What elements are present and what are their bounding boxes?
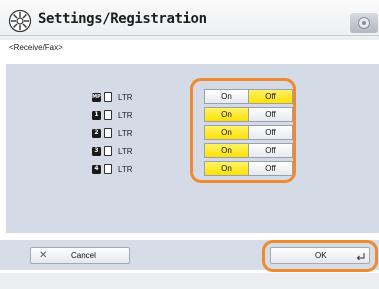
breadcrumb: <Receive/Fax> xyxy=(9,43,63,52)
paper-size-label: LTR xyxy=(118,164,133,174)
ok-highlight-frame xyxy=(262,240,378,272)
paper-sheet-icon xyxy=(104,110,112,120)
drawer-label: 2 LTR xyxy=(92,126,133,140)
drawer-badge: 1 xyxy=(92,110,101,120)
paper-size-label: LTR xyxy=(118,92,133,102)
settings-gear-icon xyxy=(8,9,32,33)
paper-sheet-icon xyxy=(104,92,112,102)
settings-screen: Settings/Registration <Receive/Fax> MP L… xyxy=(0,0,379,289)
drawer-badge: 4 xyxy=(92,164,101,174)
drawer-badge: 2 xyxy=(92,128,101,138)
drawer-label: 4 LTR xyxy=(92,162,133,176)
bottom-status-strip xyxy=(0,273,379,289)
drawer-badge: 3 xyxy=(92,146,101,156)
page-title: Settings/Registration xyxy=(38,11,207,27)
close-icon: ✕ xyxy=(39,250,48,261)
paper-size-label: LTR xyxy=(118,128,133,138)
device-status-button[interactable] xyxy=(350,13,378,33)
title-bar: Settings/Registration xyxy=(0,0,379,40)
drawer-label: MP LTR xyxy=(92,90,133,104)
cancel-label: Cancel xyxy=(71,251,96,260)
drawer-badge: MP xyxy=(92,92,101,102)
drawer-label: 1 LTR xyxy=(92,108,133,122)
paper-size-label: LTR xyxy=(118,110,133,120)
paper-sheet-icon xyxy=(104,146,112,156)
device-status-icon xyxy=(358,17,370,29)
title-divider xyxy=(0,35,379,36)
paper-size-label: LTR xyxy=(118,146,133,156)
toggles-highlight-frame xyxy=(190,78,296,183)
drawer-label: 3 LTR xyxy=(92,144,133,158)
paper-sheet-icon xyxy=(104,128,112,138)
paper-sheet-icon xyxy=(104,164,112,174)
cancel-button[interactable]: ✕ Cancel xyxy=(30,247,130,264)
